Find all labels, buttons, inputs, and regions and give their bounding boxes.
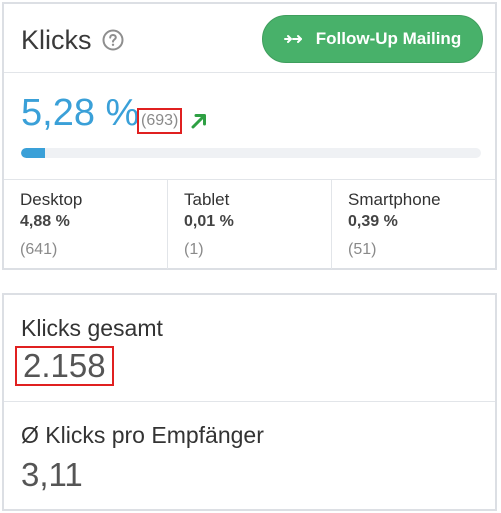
device-rate: 4,88 % bbox=[20, 213, 70, 230]
click-totals-card: Klicks gesamt 2.158 Ø Klicks pro Empfäng… bbox=[2, 293, 497, 511]
clicks-per-recipient-label: Ø Klicks pro Empfänger bbox=[21, 422, 264, 448]
device-smartphone: Smartphone 0,39 % (51) bbox=[332, 180, 495, 269]
device-name: Tablet bbox=[184, 190, 230, 209]
help-icon[interactable] bbox=[102, 29, 124, 51]
follow-up-mailing-button[interactable]: Follow-Up Mailing bbox=[262, 15, 483, 63]
device-name: Smartphone bbox=[348, 190, 441, 209]
click-rate: 5,28 % bbox=[21, 92, 140, 134]
click-rate-progress-fill bbox=[21, 148, 46, 158]
clicks-per-recipient-block: Ø Klicks pro Empfänger 3,11 bbox=[4, 401, 495, 508]
clicks-per-recipient-value: 3,11 bbox=[21, 456, 83, 493]
follow-up-mailing-label: Follow-Up Mailing bbox=[315, 29, 462, 48]
device-count: (641) bbox=[20, 241, 58, 258]
device-count: (1) bbox=[184, 241, 204, 258]
device-breakdown: Desktop 4,88 % (641) Tablet 0,01 % (1) S… bbox=[4, 179, 495, 269]
trend-up-arrow-icon bbox=[191, 114, 206, 129]
device-rate: 0,01 % bbox=[184, 213, 234, 230]
clicks-card-header: Klicks Follow-Up Mailing bbox=[4, 4, 495, 73]
click-rate-section: 5,28 % (693) bbox=[4, 73, 495, 179]
click-count: (693) bbox=[137, 108, 183, 134]
total-clicks-label: Klicks gesamt bbox=[21, 315, 163, 341]
device-rate: 0,39 % bbox=[348, 213, 398, 230]
card-title: Klicks bbox=[21, 25, 92, 55]
click-rate-progress-bar bbox=[21, 148, 481, 158]
device-desktop: Desktop 4,88 % (641) bbox=[4, 180, 168, 269]
device-tablet: Tablet 0,01 % (1) bbox=[168, 180, 332, 269]
device-count: (51) bbox=[348, 241, 377, 258]
device-name: Desktop bbox=[20, 190, 83, 209]
total-clicks-value: 2.158 bbox=[15, 346, 114, 386]
total-clicks-block: Klicks gesamt 2.158 bbox=[4, 295, 495, 401]
clicks-card: Klicks Follow-Up Mailing 5,28 % (693) De… bbox=[2, 2, 497, 270]
forward-arrows-icon bbox=[283, 35, 302, 43]
